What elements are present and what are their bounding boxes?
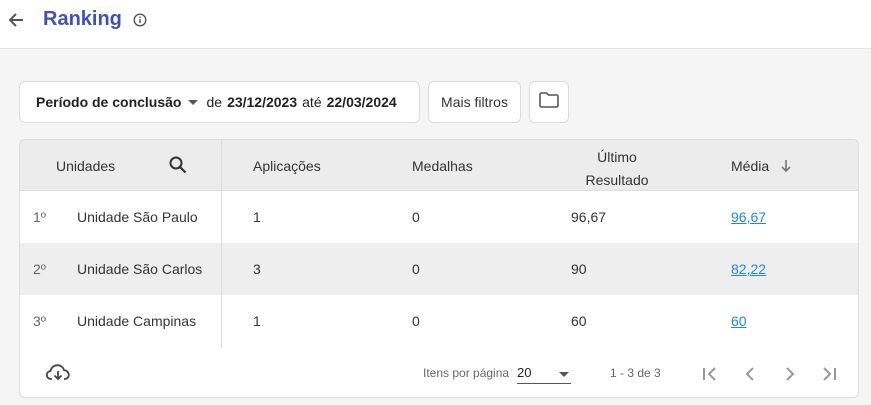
end-date[interactable]: 22/03/2024 [327,94,397,110]
search-icon[interactable] [168,155,188,178]
app-header: Ranking [0,0,871,49]
header-unidades: Unidades [56,158,116,174]
caret-down-icon [559,372,569,377]
header-ultimo-line2: Resultado [585,172,649,188]
sort-arrow-down-icon[interactable] [780,159,792,176]
unidade-cell: Unidade São Paulo [77,209,198,225]
page-title: Ranking [43,8,122,30]
ultimo-resultado-cell: 60 [571,313,587,329]
media-link[interactable]: 96,67 [731,209,766,225]
aplicacoes-cell: 1 [253,209,261,225]
more-filters-button[interactable]: Mais filtros [428,81,521,123]
aplicacoes-cell: 1 [253,313,261,329]
table-header: Unidades Aplicações Medalhas Último Resu… [20,140,858,192]
period-label: Período de conclusão [36,94,182,110]
caret-down-icon[interactable] [188,99,199,105]
header-media[interactable]: Média [731,158,769,174]
aplicacoes-cell: 3 [253,261,261,277]
folder-button[interactable] [529,81,569,123]
pagination-range: 1 - 3 de 3 [610,366,661,380]
table-row: 2º Unidade São Carlos 3 0 90 82,22 [20,243,858,295]
rank-cell: 1º [33,209,46,225]
column-divider [221,140,222,348]
media-link[interactable]: 82,22 [731,261,766,277]
rank-cell: 3º [33,313,46,329]
folder-icon [538,91,560,114]
table-footer: Itens por página 20 1 - 3 de 3 [20,348,858,397]
info-circle-icon[interactable] [133,13,147,27]
header-aplicacoes[interactable]: Aplicações [253,158,321,174]
cloud-download-icon[interactable] [45,362,71,387]
rank-cell: 2º [33,261,46,277]
medalhas-cell: 0 [412,209,420,225]
items-per-page-value: 20 [517,365,532,380]
ultimo-resultado-cell: 90 [571,261,587,277]
table-row: 3º Unidade Campinas 1 0 60 60 [20,295,858,347]
arrow-left-icon[interactable] [6,10,26,30]
header-ultimo-resultado[interactable]: Último Resultado [575,146,659,192]
last-page-icon[interactable] [819,364,839,387]
items-per-page-select[interactable]: 20 [517,364,571,384]
to-word: até [302,94,322,110]
ultimo-resultado-cell: 96,67 [571,209,607,225]
header-ultimo-line1: Último [597,149,637,165]
previous-page-icon[interactable] [740,364,760,387]
from-prefix: de [206,94,223,110]
header-medalhas[interactable]: Medalhas [412,158,473,174]
first-page-icon[interactable] [700,364,720,387]
medalhas-cell: 0 [412,261,420,277]
media-link[interactable]: 60 [731,313,747,329]
table-row: 1º Unidade São Paulo 1 0 96,67 96,67 [20,191,858,243]
period-filter[interactable]: Período de conclusão de 23/12/2023 até 2… [19,81,420,123]
items-per-page-label: Itens por página [423,366,510,380]
next-page-icon[interactable] [780,364,800,387]
start-date[interactable]: 23/12/2023 [227,94,297,110]
unidade-cell: Unidade Campinas [77,313,197,329]
unidade-cell: Unidade São Carlos [77,261,203,277]
medalhas-cell: 0 [412,313,420,329]
ranking-table: Unidades Aplicações Medalhas Último Resu… [19,139,859,398]
